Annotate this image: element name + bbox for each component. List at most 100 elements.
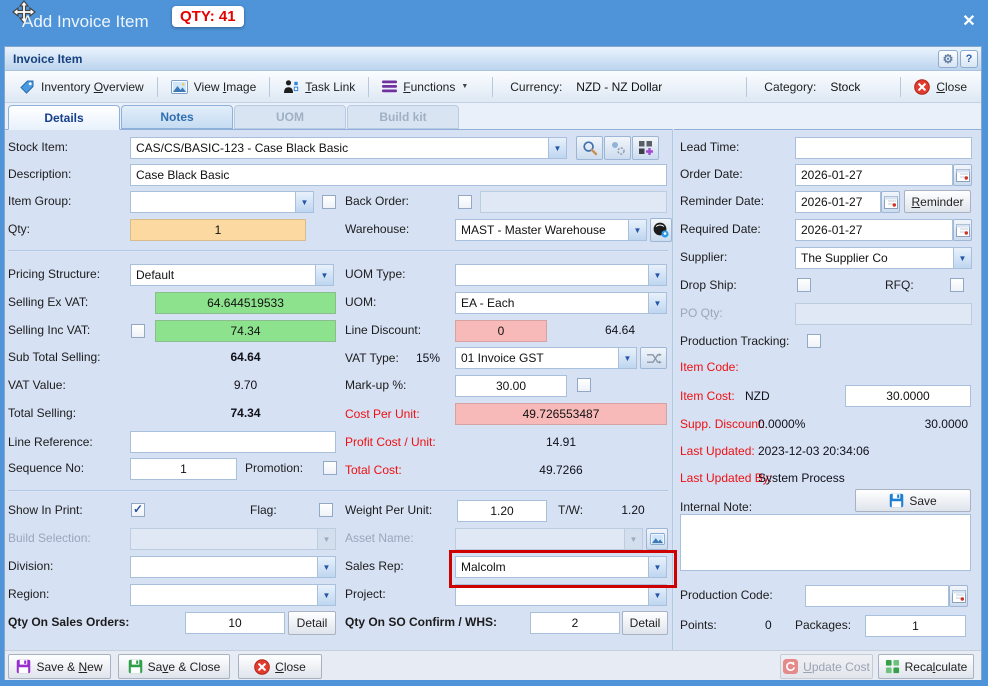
internal-note-textarea[interactable]	[680, 514, 971, 571]
division-combo[interactable]: ▼	[130, 556, 336, 578]
show-in-print-checkbox[interactable]	[131, 503, 145, 517]
item-cost-input[interactable]: 30.0000	[845, 385, 971, 407]
pricing-structure-combo[interactable]: Default▼	[130, 264, 334, 286]
currency-value: NZD - NZ Dollar	[576, 80, 662, 94]
qty-on-so-confirm-input[interactable]: 2	[530, 612, 620, 634]
stock-related-button[interactable]	[604, 136, 631, 160]
packages-input[interactable]: 1	[865, 615, 966, 637]
qty-so-confirm-detail-button[interactable]: Detail	[622, 611, 668, 635]
order-date-input[interactable]: 2026-01-27	[795, 164, 953, 186]
points-label: Points:	[680, 618, 717, 632]
qty-on-sales-orders-input[interactable]: 10	[185, 612, 285, 634]
view-image-button[interactable]: View Image	[165, 77, 263, 97]
lead-time-input[interactable]	[795, 137, 972, 159]
close-button-label: Close	[275, 660, 306, 674]
settings-button[interactable]: ⚙	[938, 50, 958, 68]
production-code-input[interactable]	[805, 585, 949, 607]
chevron-down-icon: ▼	[317, 585, 335, 605]
stock-search-button[interactable]	[576, 136, 603, 160]
inventory-overview-button[interactable]: Inventory Overview	[13, 76, 150, 98]
drop-ship-checkbox[interactable]	[797, 278, 811, 292]
vat-swap-button[interactable]	[640, 347, 667, 369]
selling-ex-vat-input[interactable]: 64.644519533	[155, 292, 336, 314]
weight-per-unit-input[interactable]: 1.20	[457, 500, 547, 522]
panel-title: Invoice Item	[13, 52, 82, 66]
tag-icon	[19, 79, 35, 95]
sales-rep-highlight-box	[449, 550, 677, 588]
tab-notes[interactable]: Notes	[121, 105, 233, 129]
toolbar-close-button[interactable]: Close	[908, 76, 973, 98]
order-date-calendar-button[interactable]	[953, 164, 972, 186]
chevron-down-icon: ▼	[295, 192, 313, 212]
last-updated-value: 2023-12-03 20:34:06	[758, 444, 869, 458]
tab-details[interactable]: Details	[8, 105, 120, 130]
flag-checkbox[interactable]	[319, 503, 333, 517]
required-date-input[interactable]: 2026-01-27	[795, 219, 953, 241]
stock-add-button[interactable]	[632, 136, 659, 160]
total-selling-label: Total Selling:	[8, 406, 76, 420]
uom-type-combo[interactable]: ▼	[455, 264, 667, 286]
chevron-down-icon: ▼	[317, 529, 335, 549]
inventory-overview-label: Inventory Overview	[41, 80, 144, 94]
vat-type-combo[interactable]: 01 Invoice GST▼	[455, 347, 637, 369]
cost-per-unit-input[interactable]: 49.726553487	[455, 403, 667, 425]
item-group-combo[interactable]: ▼	[130, 191, 314, 213]
sequence-no-input[interactable]: 1	[130, 458, 237, 480]
task-link-button[interactable]: Task Link	[277, 76, 361, 98]
required-date-calendar-button[interactable]	[953, 219, 972, 241]
asset-image-button[interactable]	[646, 528, 668, 550]
qty-input[interactable]: 1	[130, 219, 306, 241]
production-tracking-checkbox[interactable]	[807, 334, 821, 348]
toolbar: Inventory Overview View Image Task Link …	[5, 71, 981, 103]
selling-inc-vat-label: Selling Inc VAT:	[8, 323, 90, 337]
promotion-checkbox[interactable]	[323, 461, 337, 475]
stock-item-combo[interactable]: CAS/CS/BASIC-123 - Case Black Basic▼	[130, 137, 567, 159]
close-button[interactable]: Close	[238, 654, 322, 679]
view-image-label: View Image	[194, 80, 257, 94]
internal-note-save-button[interactable]: Save	[855, 489, 971, 512]
profit-cost-label: Profit Cost / Unit:	[345, 435, 436, 449]
reminder-date-calendar-button[interactable]	[881, 191, 900, 213]
required-date-label: Required Date:	[680, 222, 761, 236]
functions-menu-button[interactable]: Functions ▼	[376, 77, 474, 97]
supplier-combo[interactable]: The Supplier Co▼	[795, 247, 972, 269]
reminder-button[interactable]: Reminder	[904, 190, 971, 213]
uom-combo[interactable]: EA - Each▼	[455, 292, 667, 314]
production-code-calendar-button[interactable]	[949, 585, 968, 607]
recalculate-button[interactable]: Recalculate	[878, 654, 974, 679]
window-close-button[interactable]: ✕	[956, 8, 982, 34]
calendar-icon	[952, 589, 966, 603]
recalculate-label: Recalculate	[905, 660, 968, 674]
rfq-checkbox[interactable]	[950, 278, 964, 292]
selling-inc-vat-checkbox[interactable]	[131, 324, 145, 338]
qty-so-detail-button[interactable]: Detail	[288, 611, 336, 635]
qty-label: Qty:	[8, 222, 30, 236]
line-reference-input[interactable]	[130, 431, 336, 453]
total-selling-value: 74.34	[155, 406, 336, 420]
calendar-icon	[884, 195, 898, 209]
asset-name-label: Asset Name:	[345, 531, 414, 545]
item-group-checkbox[interactable]	[322, 195, 336, 209]
warehouse-map-button[interactable]	[650, 218, 672, 242]
region-combo[interactable]: ▼	[130, 584, 336, 606]
help-button[interactable]: ?	[960, 50, 978, 68]
save-and-new-button[interactable]: Save & New	[8, 654, 111, 679]
reminder-date-input[interactable]: 2026-01-27	[795, 191, 881, 213]
line-discount-input[interactable]: 0	[455, 320, 547, 342]
project-label: Project:	[345, 587, 386, 601]
warehouse-label: Warehouse:	[345, 222, 409, 236]
qty-badge: QTY: 41	[172, 6, 244, 27]
tw-value: 1.20	[598, 503, 668, 517]
production-code-label: Production Code:	[680, 588, 773, 602]
swap-arrows-icon	[645, 352, 662, 365]
markup-checkbox[interactable]	[577, 378, 591, 392]
markup-input[interactable]: 30.00	[455, 375, 567, 397]
description-input[interactable]: Case Black Basic	[130, 164, 667, 186]
back-order-checkbox[interactable]	[458, 195, 472, 209]
chevron-down-icon: ▼	[648, 293, 666, 313]
markup-label: Mark-up %:	[345, 378, 406, 392]
rfq-label: RFQ:	[885, 278, 914, 292]
selling-inc-vat-input[interactable]: 74.34	[155, 320, 336, 342]
warehouse-combo[interactable]: MAST - Master Warehouse▼	[455, 219, 647, 241]
save-and-close-button[interactable]: Save & Close	[118, 654, 230, 679]
